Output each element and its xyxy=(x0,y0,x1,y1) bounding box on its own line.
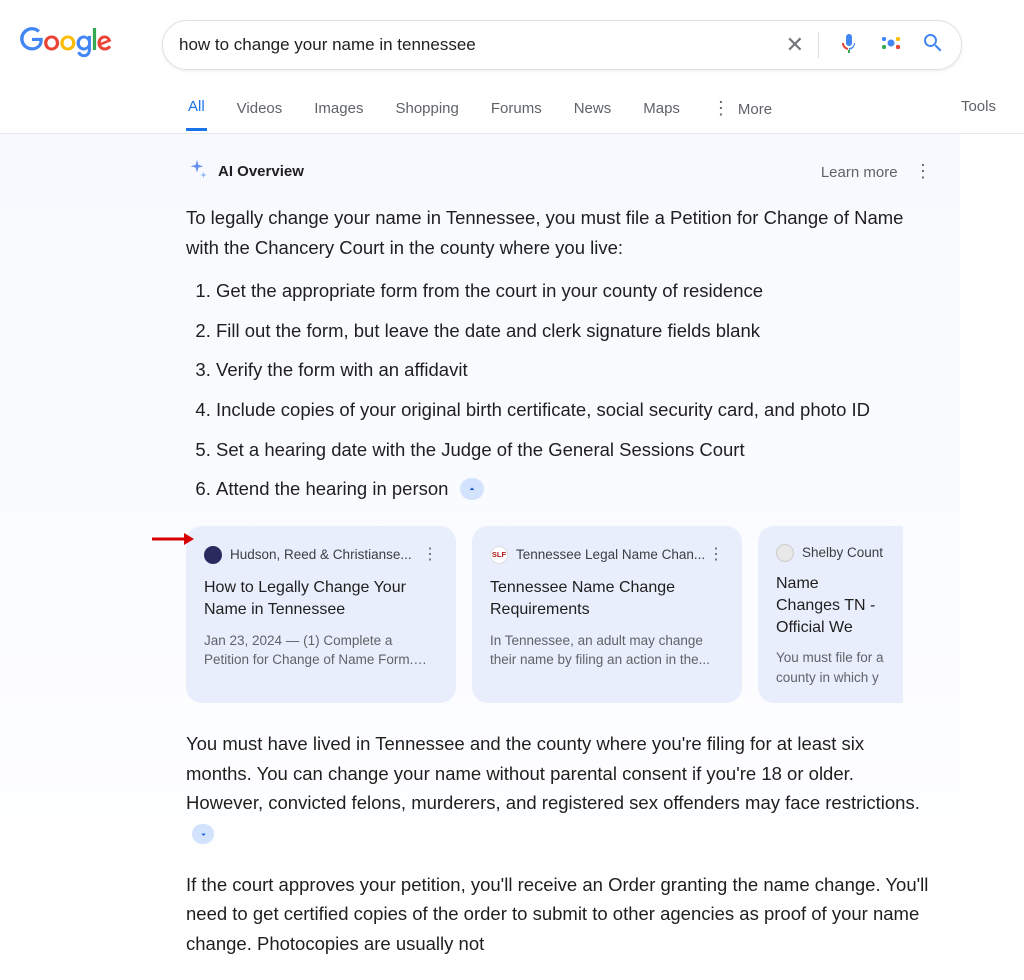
source-snippet: In Tennessee, an adult may change their … xyxy=(490,631,724,670)
overview-paragraph: If the court approves your petition, you… xyxy=(186,870,932,959)
source-site: Hudson, Reed & Christianse... xyxy=(230,544,412,566)
overview-title: AI Overview xyxy=(218,163,304,180)
tab-forums[interactable]: Forums xyxy=(489,84,544,130)
tab-maps[interactable]: Maps xyxy=(641,84,682,130)
source-snippet: You must file for a county in which y xyxy=(776,648,885,687)
step-item: Fill out the form, but leave the date an… xyxy=(216,316,932,346)
source-title: How to Legally Change Your Name in Tenne… xyxy=(204,577,438,620)
step-item: Attend the hearing in person xyxy=(216,474,932,504)
step-item: Verify the form with an affidavit xyxy=(216,355,932,385)
mic-icon[interactable] xyxy=(837,31,861,60)
source-title: Tennessee Name Change Requirements xyxy=(490,577,724,620)
search-icon[interactable] xyxy=(921,31,945,60)
tab-news[interactable]: News xyxy=(572,84,614,130)
source-card[interactable]: Hudson, Reed & Christianse... ⋮ How to L… xyxy=(186,526,456,704)
tab-videos[interactable]: Videos xyxy=(235,84,285,130)
collapse-button[interactable] xyxy=(460,478,484,500)
tab-shopping[interactable]: Shopping xyxy=(393,84,460,130)
favicon-icon: SLF xyxy=(490,546,508,564)
lens-icon[interactable] xyxy=(879,31,903,60)
overview-intro: To legally change your name in Tennessee… xyxy=(186,203,932,262)
sparkle-icon xyxy=(186,158,208,185)
search-input[interactable] xyxy=(179,35,786,55)
source-card[interactable]: Shelby Count Name Changes TN - Official … xyxy=(758,526,903,704)
tab-more[interactable]: ⋮More xyxy=(710,82,774,132)
google-logo[interactable] xyxy=(20,27,112,63)
tab-images[interactable]: Images xyxy=(312,84,365,130)
expand-button[interactable] xyxy=(192,824,214,844)
step-item: Set a hearing date with the Judge of the… xyxy=(216,435,932,465)
tools-button[interactable]: Tools xyxy=(961,98,996,115)
search-bar[interactable]: ✕ xyxy=(162,20,962,70)
source-site: Shelby Count xyxy=(802,542,883,564)
card-menu-icon[interactable]: ⋮ xyxy=(708,542,724,568)
overview-paragraph: You must have lived in Tennessee and the… xyxy=(186,729,932,847)
source-site: Tennessee Legal Name Chan... xyxy=(516,544,705,566)
learn-more-link[interactable]: Learn more xyxy=(821,164,898,181)
card-menu-icon[interactable]: ⋮ xyxy=(422,542,438,568)
favicon-icon xyxy=(204,546,222,564)
overview-menu-icon[interactable]: ⋮ xyxy=(914,161,932,181)
overview-steps: Get the appropriate form from the court … xyxy=(186,276,932,504)
tab-all[interactable]: All xyxy=(186,82,207,131)
step-item: Get the appropriate form from the court … xyxy=(216,276,932,306)
clear-icon[interactable]: ✕ xyxy=(786,32,819,58)
source-card[interactable]: SLF Tennessee Legal Name Chan... ⋮ Tenne… xyxy=(472,526,742,704)
source-title: Name Changes TN - Official We xyxy=(776,573,885,638)
annotation-arrow-icon xyxy=(150,528,194,558)
favicon-icon xyxy=(776,544,794,562)
source-snippet: Jan 23, 2024 — (1) Complete a Petition f… xyxy=(204,631,438,670)
step-item: Include copies of your original birth ce… xyxy=(216,395,932,425)
